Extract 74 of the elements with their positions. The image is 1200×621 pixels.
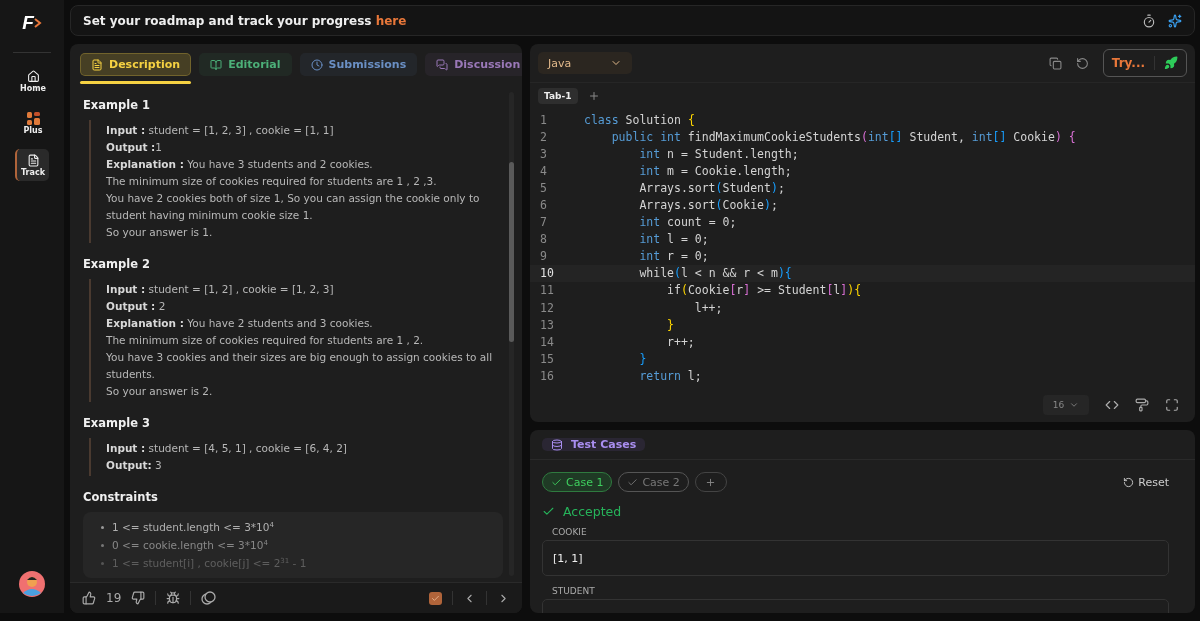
here-link[interactable]: here [375, 13, 407, 28]
line-number: 11 [539, 283, 555, 298]
example-text: Output : 2 [106, 299, 167, 314]
font-size-select[interactable]: 16 [1043, 395, 1089, 415]
line-number: 7 [539, 215, 548, 230]
tab[interactable]: Discussion [425, 53, 522, 76]
code-line: Arrays.sort(Cookie); [638, 198, 778, 212]
example-text: The minimum size of cookies required for students are 1 , 2. [106, 333, 425, 348]
line-number: 9 [539, 249, 548, 264]
line-number: 6 [539, 198, 548, 212]
example-title: Example 1 [83, 98, 151, 112]
field-label: STUDENT [552, 586, 596, 596]
banner-text: Set your roadmap and track your progress here [83, 13, 407, 28]
example-text: Output :1 [106, 140, 163, 155]
line-number: 5 [539, 180, 548, 195]
constraint-text: 0 <= cookie.length <= 3*10$^{4}$ [112, 537, 268, 553]
code-line: } [638, 351, 647, 366]
input-field[interactable]: [1, 1] [542, 540, 1169, 576]
line-number: 15 [539, 351, 555, 366]
field-label: COOKIE [552, 527, 588, 537]
line-number: 16 [539, 368, 555, 383]
code-line: Arrays.sort(Student); [638, 180, 785, 195]
line-number: 8 [539, 232, 548, 247]
line-number: 4 [539, 163, 548, 178]
example-text: You have 3 cookies and their sizes are big enough to assign cookies to all students. [106, 350, 494, 382]
example-title: Example 2 [83, 257, 151, 271]
tab[interactable]: Submissions [299, 53, 418, 76]
code-line: while(l < n && r < m){ [638, 266, 792, 281]
code-line: int r = 0; [638, 249, 709, 264]
test-cases-tab[interactable]: Test Cases [542, 438, 646, 451]
sidebar-item[interactable]: Plus [15, 107, 49, 139]
status-text: Accepted [563, 504, 622, 519]
like-count: 19 [106, 591, 122, 605]
code-line: class Solution { [584, 112, 695, 127]
line-number: 3 [539, 146, 548, 161]
reset-button[interactable]: Reset [1123, 475, 1169, 489]
logo[interactable]: F [22, 10, 42, 36]
example-text: So your answer is 1. [106, 225, 214, 240]
example-text: Explanation : You have 3 students and 2 cookies. [106, 157, 374, 172]
example-text: You have 2 cookies both of size 1, So you can assign the cookie only to student having minimum cookie size 1. [106, 191, 481, 223]
code-line: } [666, 317, 674, 332]
example-text: Output: 3 [106, 458, 163, 473]
example-text: Input : student = [1, 2, 3] , cookie = [1, 1] [106, 123, 335, 138]
line-number: 14 [539, 334, 555, 349]
run-button[interactable]: Try... [1102, 49, 1187, 77]
editor-tab[interactable]: Tab-1 [538, 88, 578, 104]
example-title: Example 3 [83, 416, 151, 430]
case-tab[interactable]: Case 1 [542, 472, 613, 492]
code-line: int l = 0; [638, 232, 709, 247]
example-text: Input : student = [4, 5, 1] , cookie = [6, 4, 2] [106, 441, 348, 456]
line-number: 10 [539, 266, 555, 281]
constraint-text: 1 <= student.length <= 3*10$^{4}$ [112, 519, 274, 535]
section-title: Constraints [83, 490, 159, 504]
line-number: 12 [539, 300, 555, 315]
code-line: int m = Cookie.length; [638, 163, 792, 178]
sidebar-item[interactable]: Home [15, 65, 49, 97]
example-text: The minimum size of cookies required for students are 1 , 2 ,3. [106, 174, 438, 189]
tab[interactable]: Editorial [199, 53, 292, 76]
code-line: return l; [638, 368, 702, 383]
code-line: if(Cookie[r] >= Student[l]){ [666, 283, 862, 298]
code-line: public int findMaximumCookieStudents(int[] Student, int[] Cookie) { [610, 129, 1076, 144]
example-text: So your answer is 2. [106, 384, 214, 399]
code-line: r++; [666, 334, 695, 349]
line-number: 2 [539, 129, 548, 144]
code-line: int n = Student.length; [638, 146, 799, 161]
code-line: int count = 0; [638, 215, 737, 230]
tab[interactable]: Description [80, 53, 192, 76]
example-text: Input : student = [1, 2] , cookie = [1, 2, 3] [106, 282, 335, 297]
code-line: l++; [693, 300, 723, 315]
sidebar-item[interactable]: Track [15, 149, 49, 181]
line-number: 1 [539, 112, 548, 127]
language-select[interactable]: Java [538, 52, 632, 74]
example-text: Explanation : You have 2 students and 3 cookies. [106, 316, 374, 331]
line-number: 13 [539, 317, 555, 332]
